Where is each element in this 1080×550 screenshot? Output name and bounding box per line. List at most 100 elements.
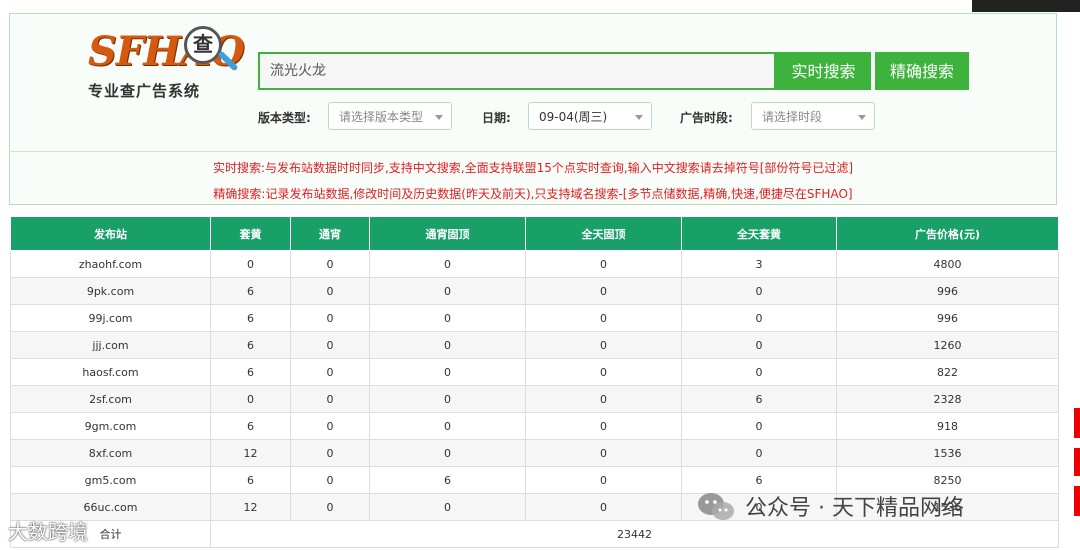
- search-input[interactable]: 流光火龙: [258, 52, 776, 90]
- table-row: 9pk.com 6 0 0 0 0 996: [10, 277, 1059, 305]
- price-cell: 1260: [836, 331, 1059, 359]
- table-cell: 0: [525, 439, 682, 467]
- site-cell[interactable]: gm5.com: [10, 466, 211, 494]
- table-cell: 0: [290, 439, 370, 467]
- table-cell: 0: [681, 412, 837, 440]
- table-cell: 0: [369, 304, 526, 332]
- col-header[interactable]: 套黄: [210, 216, 291, 251]
- table-cell: 0: [525, 331, 682, 359]
- chevron-down-icon: [858, 115, 866, 120]
- chevron-down-icon: [435, 115, 443, 120]
- realtime-search-button[interactable]: 实时搜索: [776, 52, 871, 90]
- version-type-select[interactable]: 请选择版本类型: [328, 102, 452, 130]
- table-cell: 0: [681, 439, 837, 467]
- date-select[interactable]: 09-04(周三): [528, 102, 652, 130]
- table-cell: 0: [290, 277, 370, 305]
- logo-subtitle: 专业查广告系统: [88, 82, 201, 100]
- site-cell[interactable]: 9gm.com: [10, 412, 211, 440]
- table-cell: 0: [525, 358, 682, 386]
- ad-period-label: 广告时段:: [680, 111, 733, 125]
- table-cell: 0: [681, 277, 837, 305]
- table-cell: 6: [210, 412, 291, 440]
- table-row: haosf.com 6 0 0 0 0 822: [10, 358, 1059, 386]
- table-cell: 0: [369, 493, 526, 521]
- total-row: 合计 23442: [10, 520, 1059, 548]
- table-cell: 0: [681, 304, 837, 332]
- wechat-icon: [698, 493, 734, 520]
- price-cell: 996: [836, 277, 1059, 305]
- table-cell: 0: [369, 250, 526, 278]
- table-cell: 12: [210, 493, 291, 521]
- col-header[interactable]: 全天固顶: [525, 216, 682, 251]
- side-red-tab[interactable]: [1074, 486, 1080, 516]
- table-cell: 0: [290, 385, 370, 413]
- watermark-left: 大数跨境: [8, 520, 88, 544]
- table-cell: 6: [210, 466, 291, 494]
- table-cell: 0: [525, 304, 682, 332]
- table-cell: 0: [210, 385, 291, 413]
- sfhao-logo[interactable]: SFHAO 查 专业查广告系统: [88, 26, 248, 100]
- table-cell: 0: [290, 250, 370, 278]
- date-label: 日期:: [482, 111, 511, 125]
- realtime-search-info: 实时搜索:与发布站数据时时同步,支持中文搜索,全面支持联盟15个点实时查询,输入…: [212, 161, 854, 175]
- table-cell: 0: [525, 250, 682, 278]
- col-header[interactable]: 通宵: [290, 216, 370, 251]
- site-cell[interactable]: 8xf.com: [10, 439, 211, 467]
- price-cell: 918: [836, 412, 1059, 440]
- col-header[interactable]: 发布站: [10, 216, 211, 251]
- table-cell: 0: [290, 466, 370, 494]
- date-value: 09-04(周三): [539, 110, 608, 124]
- table-cell: 0: [369, 277, 526, 305]
- price-cell: 4800: [836, 250, 1059, 278]
- col-header[interactable]: 全天套黄: [681, 216, 837, 251]
- col-header[interactable]: 广告价格(元): [836, 216, 1059, 251]
- table-cell: 0: [290, 493, 370, 521]
- table-cell: 0: [369, 358, 526, 386]
- watermark-right: 公众号 · 天下精品网络: [745, 496, 964, 521]
- total-value: 23442: [210, 520, 1059, 548]
- version-type-placeholder: 请选择版本类型: [339, 110, 424, 124]
- table-row: 9gm.com 6 0 0 0 0 918: [10, 412, 1059, 440]
- price-cell: 822: [836, 358, 1059, 386]
- ad-period-placeholder: 请选择时段: [762, 110, 823, 124]
- exact-search-info: 精确搜索:记录发布站数据,修改时间及历史数据(昨天及前天),只支持域名搜索-[多…: [213, 187, 853, 201]
- table-cell: 3: [681, 250, 837, 278]
- table-cell: 0: [525, 466, 682, 494]
- site-cell[interactable]: zhaohf.com: [10, 250, 211, 278]
- top-right-banner[interactable]: [972, 0, 1080, 12]
- panel-divider: [9, 151, 1057, 152]
- table-row: zhaohf.com 0 0 0 0 3 4800: [10, 250, 1059, 278]
- side-red-tab[interactable]: [1074, 408, 1080, 438]
- table-cell: 0: [290, 412, 370, 440]
- table-cell: 0: [369, 412, 526, 440]
- site-cell[interactable]: 99j.com: [10, 304, 211, 332]
- table-cell: 0: [290, 304, 370, 332]
- table-row: 2sf.com 0 0 0 0 6 2328: [10, 385, 1059, 413]
- table-cell: 0: [525, 493, 682, 521]
- version-type-label: 版本类型:: [258, 111, 311, 125]
- site-cell[interactable]: jjj.com: [10, 331, 211, 359]
- site-cell[interactable]: 9pk.com: [10, 277, 211, 305]
- table-cell: 0: [369, 385, 526, 413]
- site-cell[interactable]: 2sf.com: [10, 385, 211, 413]
- col-header[interactable]: 通宵固顶: [369, 216, 526, 251]
- table-cell: 6: [210, 277, 291, 305]
- top-strip: [0, 0, 1080, 12]
- exact-search-button[interactable]: 精确搜索: [875, 52, 969, 90]
- table-cell: 0: [525, 277, 682, 305]
- price-cell: 1536: [836, 439, 1059, 467]
- table-cell: 0: [525, 412, 682, 440]
- magnifier-icon: 查: [184, 26, 222, 64]
- table-cell: 0: [681, 331, 837, 359]
- table-cell: 0: [525, 385, 682, 413]
- table-cell: 6: [369, 466, 526, 494]
- price-cell: 2328: [836, 385, 1059, 413]
- table-cell: 0: [290, 331, 370, 359]
- side-red-tab[interactable]: [1074, 448, 1080, 476]
- ad-period-select[interactable]: 请选择时段: [751, 102, 875, 130]
- table-cell: 12: [210, 439, 291, 467]
- table-cell: 0: [369, 331, 526, 359]
- table-row: 99j.com 6 0 0 0 0 996: [10, 304, 1059, 332]
- table-cell: 6: [681, 385, 837, 413]
- site-cell[interactable]: haosf.com: [10, 358, 211, 386]
